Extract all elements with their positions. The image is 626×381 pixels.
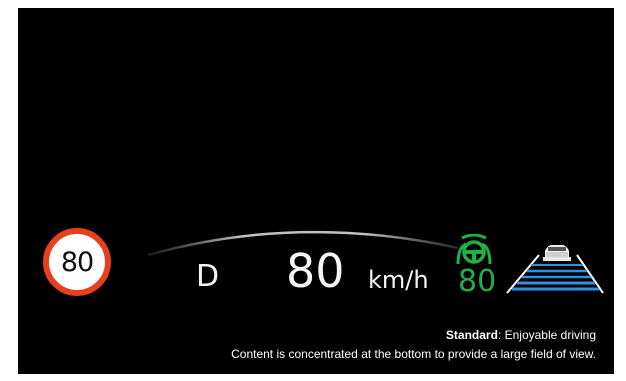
head-up-display: 80 D 80 km/h 80 Standard: Enjoyable driv… [18,8,614,374]
caption: Standard: Enjoyable driving Content is c… [231,326,596,364]
caption-mode: Standard: Enjoyable driving [231,326,596,345]
mode-description: : Enjoyable driving [497,328,596,342]
gear-indicator: D [196,259,220,294]
caption-description: Content is concentrated at the bottom to… [231,347,596,361]
speed-limit-sign-icon: 80 [43,228,111,296]
mode-label: Standard [445,328,498,342]
current-speed: 80 [286,244,345,298]
lane-car-icon [506,245,604,294]
speed-arc [147,230,459,257]
speed-unit: km/h [368,266,429,294]
steering-assist-icon [456,234,492,265]
cruise-set-speed: 80 [458,264,497,299]
speed-limit-value: 80 [60,246,94,278]
